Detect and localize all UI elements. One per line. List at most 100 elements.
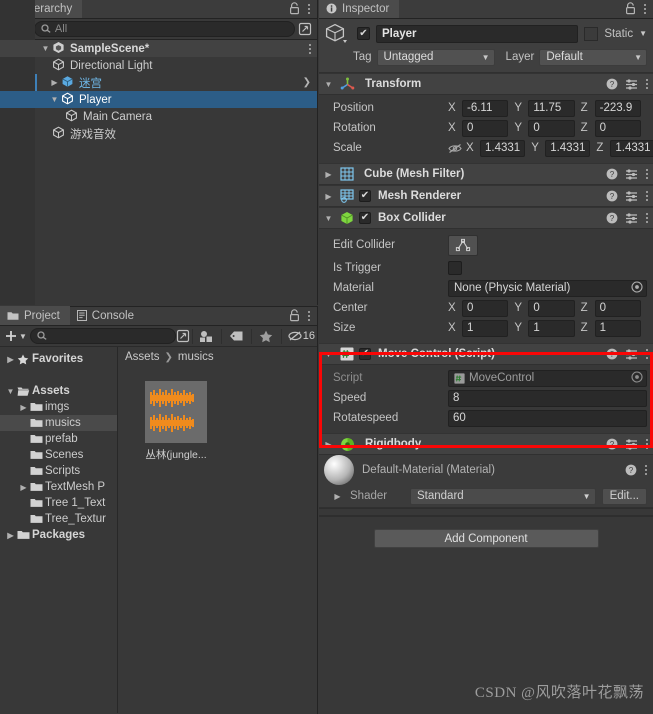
chevron-right-icon[interactable]: ▶ xyxy=(17,483,30,492)
project-add-button[interactable]: ▼ xyxy=(2,328,30,344)
component-menu-icon[interactable] xyxy=(645,78,648,91)
filter-by-label-icon[interactable] xyxy=(224,330,249,342)
hierarchy-row-youxiyinxiao[interactable]: 游戏音效 xyxy=(0,125,317,142)
chevron-right-icon[interactable]: ▶ xyxy=(4,355,17,364)
component-header-mesh-filter[interactable]: ▶ Cube (Mesh Filter) ? xyxy=(319,163,653,185)
box-collider-enabled-checkbox[interactable] xyxy=(359,212,371,224)
component-menu-icon[interactable] xyxy=(645,168,648,181)
center-z-input[interactable]: 0 xyxy=(594,299,641,317)
static-checkbox[interactable] xyxy=(584,26,599,41)
lock-icon[interactable] xyxy=(289,2,300,15)
component-header-mesh-renderer[interactable]: ▶ Mesh Renderer ? xyxy=(319,185,653,207)
move-control-enabled-checkbox[interactable] xyxy=(359,348,371,360)
layer-dropdown[interactable]: Default ▼ xyxy=(539,48,647,66)
filter-by-type-icon[interactable] xyxy=(194,330,219,343)
component-menu-icon[interactable] xyxy=(645,348,648,361)
chevron-down-icon[interactable]: ▼ xyxy=(322,80,335,89)
size-z-input[interactable]: 1 xyxy=(594,319,641,337)
project-tree-prefab[interactable]: prefab xyxy=(0,431,117,447)
tab-inspector[interactable]: Inspector xyxy=(319,0,400,18)
gameobject-enabled-checkbox[interactable] xyxy=(357,27,370,40)
preset-icon[interactable] xyxy=(625,190,638,202)
component-header-move-control[interactable]: ▼ Move Control (Script) ? xyxy=(319,343,653,365)
tab-project[interactable]: Project xyxy=(0,306,70,325)
hierarchy-row-main-camera[interactable]: Main Camera xyxy=(0,108,317,125)
help-icon[interactable]: ? xyxy=(606,78,618,90)
preset-icon[interactable] xyxy=(625,438,638,450)
asset-item[interactable]: 丛林(jungle... xyxy=(140,381,212,462)
constrain-proportions-off-icon[interactable] xyxy=(448,143,462,154)
hierarchy-row-samplescene[interactable]: ▼ SampleScene* xyxy=(0,40,317,57)
material-menu-icon[interactable] xyxy=(644,464,647,477)
position-y-input[interactable]: 11.75 xyxy=(528,99,575,117)
chevron-down-icon[interactable]: ▼ xyxy=(39,44,52,53)
add-component-button[interactable]: Add Component xyxy=(373,529,599,548)
chevron-right-icon[interactable]: ▶ xyxy=(322,192,335,201)
hidden-packages-icon[interactable]: 16 xyxy=(284,330,315,342)
edit-collider-button[interactable] xyxy=(448,234,478,256)
rotation-x-input[interactable]: 0 xyxy=(462,119,509,137)
object-picker-icon[interactable] xyxy=(631,370,643,386)
component-header-box-collider[interactable]: ▼ Box Collider ? xyxy=(319,207,653,229)
tab-console[interactable]: Console xyxy=(70,306,144,325)
help-icon[interactable]: ? xyxy=(606,438,618,450)
chevron-down-icon[interactable]: ▼ xyxy=(4,387,17,396)
mesh-renderer-enabled-checkbox[interactable] xyxy=(359,190,371,202)
help-icon[interactable]: ? xyxy=(606,212,618,224)
favorites-star-icon[interactable] xyxy=(253,330,279,343)
project-search-input[interactable] xyxy=(29,328,176,344)
project-tree-favorites[interactable]: ▶ Favorites xyxy=(0,351,117,367)
static-dropdown-chevron-icon[interactable]: ▼ xyxy=(639,29,647,38)
hierarchy-search-input[interactable]: All xyxy=(33,21,295,37)
script-object-field[interactable]: MoveControl xyxy=(448,369,647,387)
project-menu-icon[interactable] xyxy=(307,309,310,322)
component-menu-icon[interactable] xyxy=(645,212,648,225)
prefab-open-chevron-icon[interactable]: ❯ xyxy=(303,77,311,88)
help-icon[interactable]: ? xyxy=(625,464,637,476)
chevron-down-icon[interactable]: ▼ xyxy=(48,95,61,104)
hierarchy-row-migong[interactable]: ▶ 迷宫 ❯ xyxy=(0,74,317,91)
project-tree-textmeshpro[interactable]: ▶ TextMesh P xyxy=(0,479,117,495)
project-tree-tree-textures[interactable]: Tree_Textur xyxy=(0,511,117,527)
chevron-right-icon[interactable]: ▶ xyxy=(17,403,30,412)
help-icon[interactable]: ? xyxy=(606,348,618,360)
object-picker-icon[interactable] xyxy=(631,280,643,296)
size-x-input[interactable]: 1 xyxy=(462,319,509,337)
project-tree-tree1-textures[interactable]: Tree 1_Text xyxy=(0,495,117,511)
help-icon[interactable]: ? xyxy=(606,190,618,202)
physic-material-object-field[interactable]: None (Physic Material) xyxy=(448,279,647,297)
component-header-rigidbody[interactable]: ▶ Rigidbody ? xyxy=(319,433,653,455)
size-y-input[interactable]: 1 xyxy=(528,319,575,337)
project-tree-packages[interactable]: ▶ Packages xyxy=(0,527,117,543)
project-tree-assets[interactable]: ▼ Assets xyxy=(0,383,117,399)
lock-icon[interactable] xyxy=(625,2,636,15)
chevron-right-icon[interactable]: ▶ xyxy=(4,531,17,540)
center-x-input[interactable]: 0 xyxy=(462,299,509,317)
help-icon[interactable]: ? xyxy=(606,168,618,180)
component-menu-icon[interactable] xyxy=(645,438,648,451)
breadcrumb-assets[interactable]: Assets xyxy=(125,351,160,363)
gameobject-name-input[interactable]: Player xyxy=(376,24,579,43)
is-trigger-checkbox[interactable] xyxy=(448,261,462,275)
scale-x-input[interactable]: 1.4331 xyxy=(480,139,526,157)
tag-dropdown[interactable]: Untagged ▼ xyxy=(376,48,495,66)
hierarchy-row-player[interactable]: ▼ Player xyxy=(0,91,317,108)
preset-icon[interactable] xyxy=(625,212,638,224)
chevron-right-icon[interactable]: ▶ xyxy=(48,78,61,87)
scene-menu-icon[interactable] xyxy=(308,42,311,55)
project-tree-scripts[interactable]: Scripts xyxy=(0,463,117,479)
shader-edit-button[interactable]: Edit... xyxy=(601,487,647,505)
scale-z-input[interactable]: 1.4331 xyxy=(610,139,653,157)
hierarchy-expand-icon[interactable] xyxy=(298,22,314,36)
component-header-transform[interactable]: ▼ Transform ? xyxy=(319,73,653,95)
preset-icon[interactable] xyxy=(625,168,638,180)
speed-input[interactable]: 8 xyxy=(448,389,647,407)
lock-icon[interactable] xyxy=(289,309,300,322)
project-tree-musics[interactable]: musics xyxy=(0,415,117,431)
position-x-input[interactable]: -6.11 xyxy=(462,99,509,117)
chevron-right-icon[interactable]: ▶ xyxy=(322,440,335,449)
component-menu-icon[interactable] xyxy=(645,190,648,203)
chevron-right-icon[interactable]: ▶ xyxy=(322,170,335,179)
rotatespeed-input[interactable]: 60 xyxy=(448,409,647,427)
gameobject-icon[interactable] xyxy=(325,23,351,45)
